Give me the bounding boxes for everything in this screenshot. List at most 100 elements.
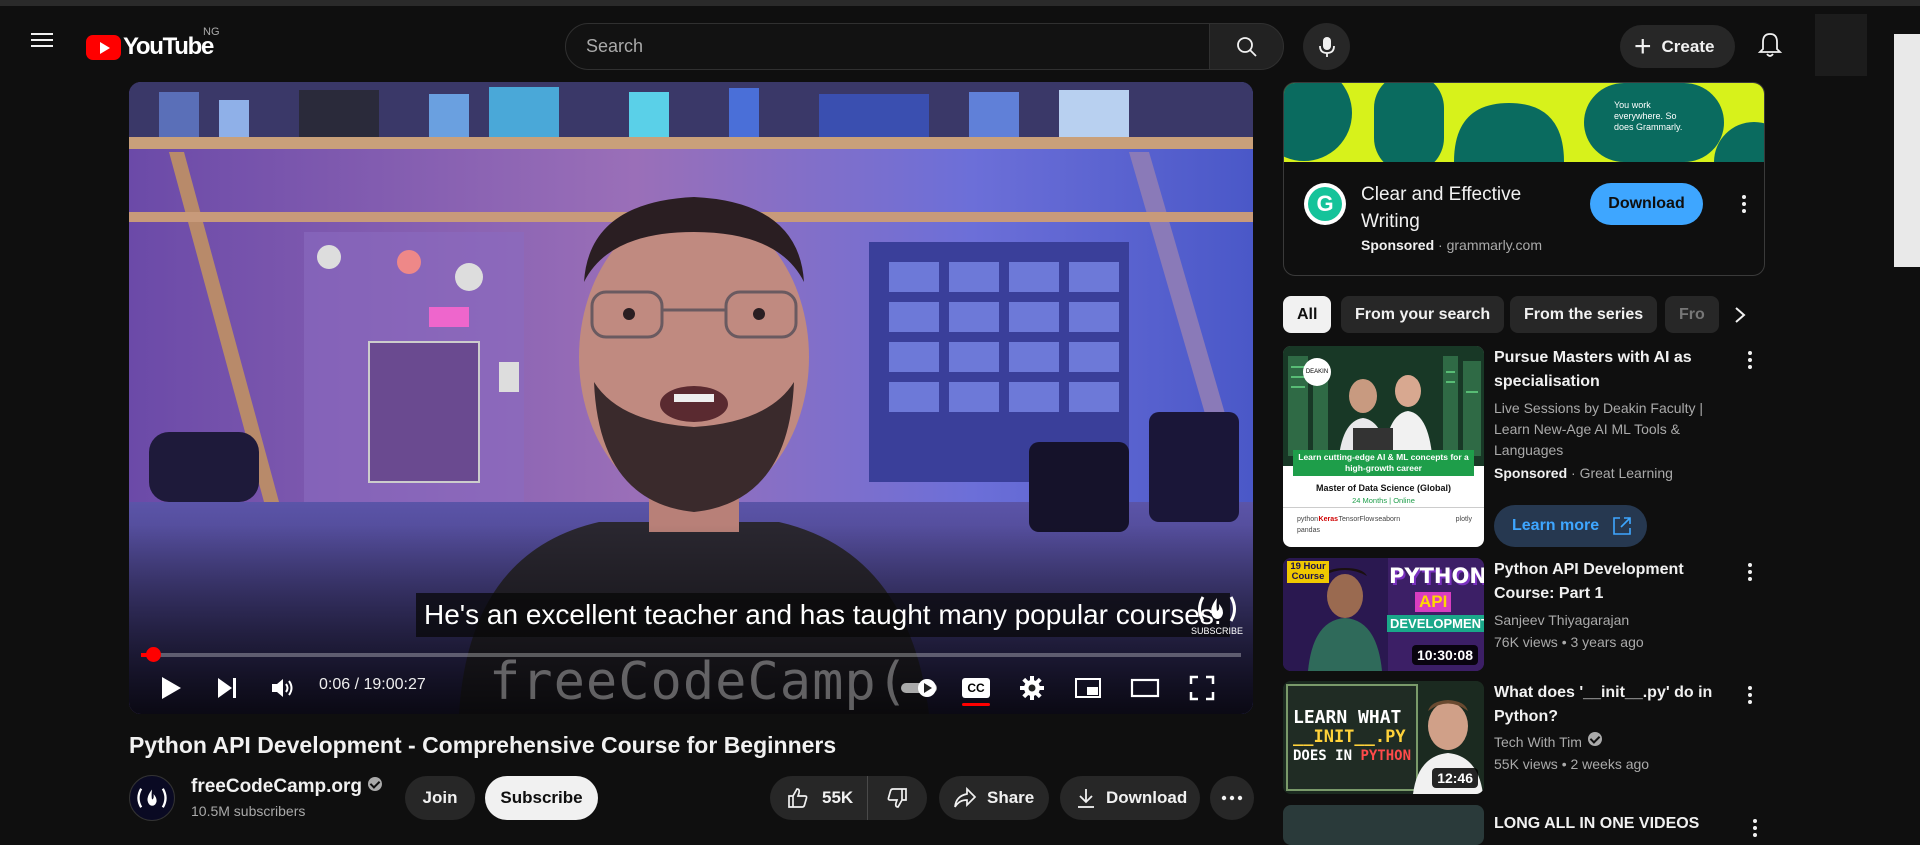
subscribe-button[interactable]: Subscribe bbox=[485, 776, 598, 820]
rec-more-options-icon[interactable] bbox=[1738, 683, 1762, 707]
volume-button[interactable] bbox=[263, 668, 303, 708]
voice-search-button[interactable] bbox=[1303, 23, 1350, 70]
channel-avatar[interactable] bbox=[129, 775, 175, 821]
grammarly-logo-letter: G bbox=[1308, 187, 1342, 221]
freecodecamp-logo-icon bbox=[1198, 596, 1236, 622]
rec-title-2[interactable]: Python API Development Course: Part 1 bbox=[1494, 558, 1734, 606]
ad-domain: grammarly.com bbox=[1446, 237, 1542, 253]
rec-channel-3[interactable]: Tech With Tim bbox=[1494, 732, 1734, 753]
menu-icon[interactable] bbox=[27, 29, 57, 59]
top-bar: YouTube NG Search + Create bbox=[0, 0, 1920, 80]
ad-meta: Sponsored · grammarly.com bbox=[1361, 237, 1542, 253]
ad-title[interactable]: Clear and Effective Writing bbox=[1361, 181, 1571, 235]
skip-next-icon bbox=[218, 678, 236, 698]
fullscreen-icon bbox=[1189, 675, 1215, 701]
subtitle-caption: He's an excellent teacher and has taught… bbox=[416, 593, 1230, 637]
thumbnail-divider bbox=[1283, 507, 1484, 508]
rec-channel-2[interactable]: Sanjeev Thiyagarajan bbox=[1494, 610, 1734, 631]
tool-plotly: plotly bbox=[1455, 516, 1472, 523]
rec-thumbnail-2[interactable]: 19 Hour Course PYTHON API DEVELOPMENT 10… bbox=[1283, 558, 1484, 671]
fullscreen-button[interactable] bbox=[1179, 668, 1225, 708]
rec-more-options-icon[interactable] bbox=[1738, 348, 1762, 372]
rec-meta-1: Sponsored · Great Learning bbox=[1494, 465, 1673, 481]
notifications-bell-icon[interactable] bbox=[1753, 28, 1787, 62]
time-display: 0:06 / 19:00:27 bbox=[319, 676, 426, 693]
microphone-icon bbox=[1318, 36, 1335, 57]
search-button[interactable] bbox=[1209, 23, 1284, 70]
tool-python: python bbox=[1297, 516, 1319, 523]
tool-pandas: pandas bbox=[1297, 527, 1320, 534]
plus-icon: + bbox=[1634, 29, 1652, 63]
miniplayer-button[interactable] bbox=[1065, 668, 1111, 708]
ad-banner-shapes bbox=[1284, 83, 1764, 162]
ad-more-options-icon[interactable] bbox=[1732, 192, 1756, 216]
learn-more-button[interactable]: Learn more bbox=[1494, 505, 1647, 547]
tool-seaborn: seaborn bbox=[1374, 516, 1401, 523]
rec-more-options-icon[interactable] bbox=[1743, 816, 1767, 840]
learn-more-label: Learn more bbox=[1512, 517, 1600, 534]
chip-all[interactable]: All bbox=[1283, 296, 1332, 333]
rec-title-1[interactable]: Pursue Masters with AI as specialisation bbox=[1494, 346, 1734, 394]
download-button[interactable]: Download bbox=[1060, 776, 1200, 820]
brand-overlay-text: freeCodeCamp( bbox=[489, 652, 909, 712]
rec-channel-name-3: Tech With Tim bbox=[1494, 734, 1582, 750]
channel-name-link[interactable]: freeCodeCamp.org bbox=[191, 776, 383, 798]
youtube-logo[interactable]: YouTube bbox=[86, 32, 214, 62]
theater-mode-button[interactable] bbox=[1122, 668, 1168, 708]
join-button[interactable]: Join bbox=[405, 776, 475, 820]
progress-bar[interactable] bbox=[141, 647, 1241, 662]
external-link-icon bbox=[1613, 517, 1631, 535]
tool-tensorflow: TensorFlow bbox=[1338, 516, 1375, 523]
region-code: NG bbox=[203, 26, 220, 38]
rec-advertiser: Great Learning bbox=[1579, 465, 1673, 481]
tool-keras: Keras bbox=[1318, 516, 1339, 523]
thumbnail-subtitle: 24 Months | Online bbox=[1352, 496, 1415, 505]
play-button[interactable] bbox=[151, 668, 191, 708]
search-icon bbox=[1236, 36, 1257, 57]
chip-partial[interactable]: Fro bbox=[1665, 296, 1725, 333]
rec-title-3[interactable]: What does '__init__.py' do in Python? bbox=[1494, 681, 1734, 729]
rec-title-4[interactable]: LONG ALL IN ONE VIDEOS bbox=[1494, 812, 1734, 836]
subscribe-label: Subscribe bbox=[500, 788, 583, 807]
video-duration: 10:30:08 bbox=[1411, 645, 1478, 665]
ad-download-button[interactable]: Download bbox=[1590, 183, 1703, 225]
thumbnail-line-3: DOES IN PYTHON bbox=[1293, 748, 1411, 764]
like-button[interactable]: 55K bbox=[770, 776, 868, 820]
rec-thumbnail-1[interactable]: DEAKIN Learn cutting-edge AI & ML concep… bbox=[1283, 346, 1484, 547]
cc-icon: CC bbox=[962, 678, 990, 698]
ad-banner-image[interactable]: You work everywhere. So does Grammarly. bbox=[1284, 83, 1764, 162]
thumbnail-line-1: LEARN WHAT bbox=[1293, 707, 1402, 728]
thumbnail-line-3a: DOES IN bbox=[1293, 748, 1361, 764]
video-player[interactable]: freeCodeCamp( He's an excellent teacher … bbox=[129, 82, 1253, 714]
create-button[interactable]: + Create bbox=[1620, 25, 1735, 68]
next-button[interactable] bbox=[207, 668, 247, 708]
chip-from-the-series[interactable]: From the series bbox=[1510, 296, 1658, 333]
chip-from-your-search[interactable]: From your search bbox=[1341, 296, 1505, 333]
share-button[interactable]: Share bbox=[939, 776, 1049, 820]
ad-banner-text: You work everywhere. So does Grammarly. bbox=[1614, 100, 1683, 132]
search-placeholder: Search bbox=[586, 36, 644, 56]
page-scrollbar[interactable] bbox=[1894, 34, 1920, 267]
chips-next-button[interactable] bbox=[1720, 296, 1760, 333]
autoplay-toggle-icon bbox=[901, 679, 937, 697]
rec-thumbnail-4[interactable] bbox=[1283, 805, 1484, 845]
autoplay-toggle[interactable] bbox=[897, 668, 943, 708]
more-horizontal-icon bbox=[1221, 795, 1243, 801]
youtube-play-icon bbox=[86, 34, 121, 60]
thumbnail-text-api: API bbox=[1415, 592, 1452, 612]
sponsored-ad-card[interactable]: You work everywhere. So does Grammarly. … bbox=[1283, 82, 1765, 276]
thumbnail-line-2: __INIT__.PY bbox=[1293, 727, 1406, 747]
progress-scrubber[interactable] bbox=[146, 647, 161, 662]
dislike-button[interactable] bbox=[868, 776, 926, 820]
account-avatar[interactable] bbox=[1815, 14, 1867, 76]
settings-button[interactable] bbox=[1009, 668, 1055, 708]
rec-sponsored-label: Sponsored bbox=[1494, 465, 1568, 481]
thumbs-down-icon bbox=[887, 788, 907, 808]
rec-description-1: Live Sessions by Deakin Faculty | Learn … bbox=[1494, 400, 1704, 458]
rec-thumbnail-3[interactable]: LEARN WHAT __INIT__.PY DOES IN PYTHON 12… bbox=[1283, 681, 1484, 794]
more-actions-button[interactable] bbox=[1210, 776, 1254, 820]
subtitles-button[interactable]: CC bbox=[953, 668, 999, 708]
search-input[interactable]: Search bbox=[565, 23, 1210, 70]
channel-watermark[interactable]: SUBSCRIBE bbox=[1191, 594, 1243, 636]
rec-more-options-icon[interactable] bbox=[1738, 560, 1762, 584]
